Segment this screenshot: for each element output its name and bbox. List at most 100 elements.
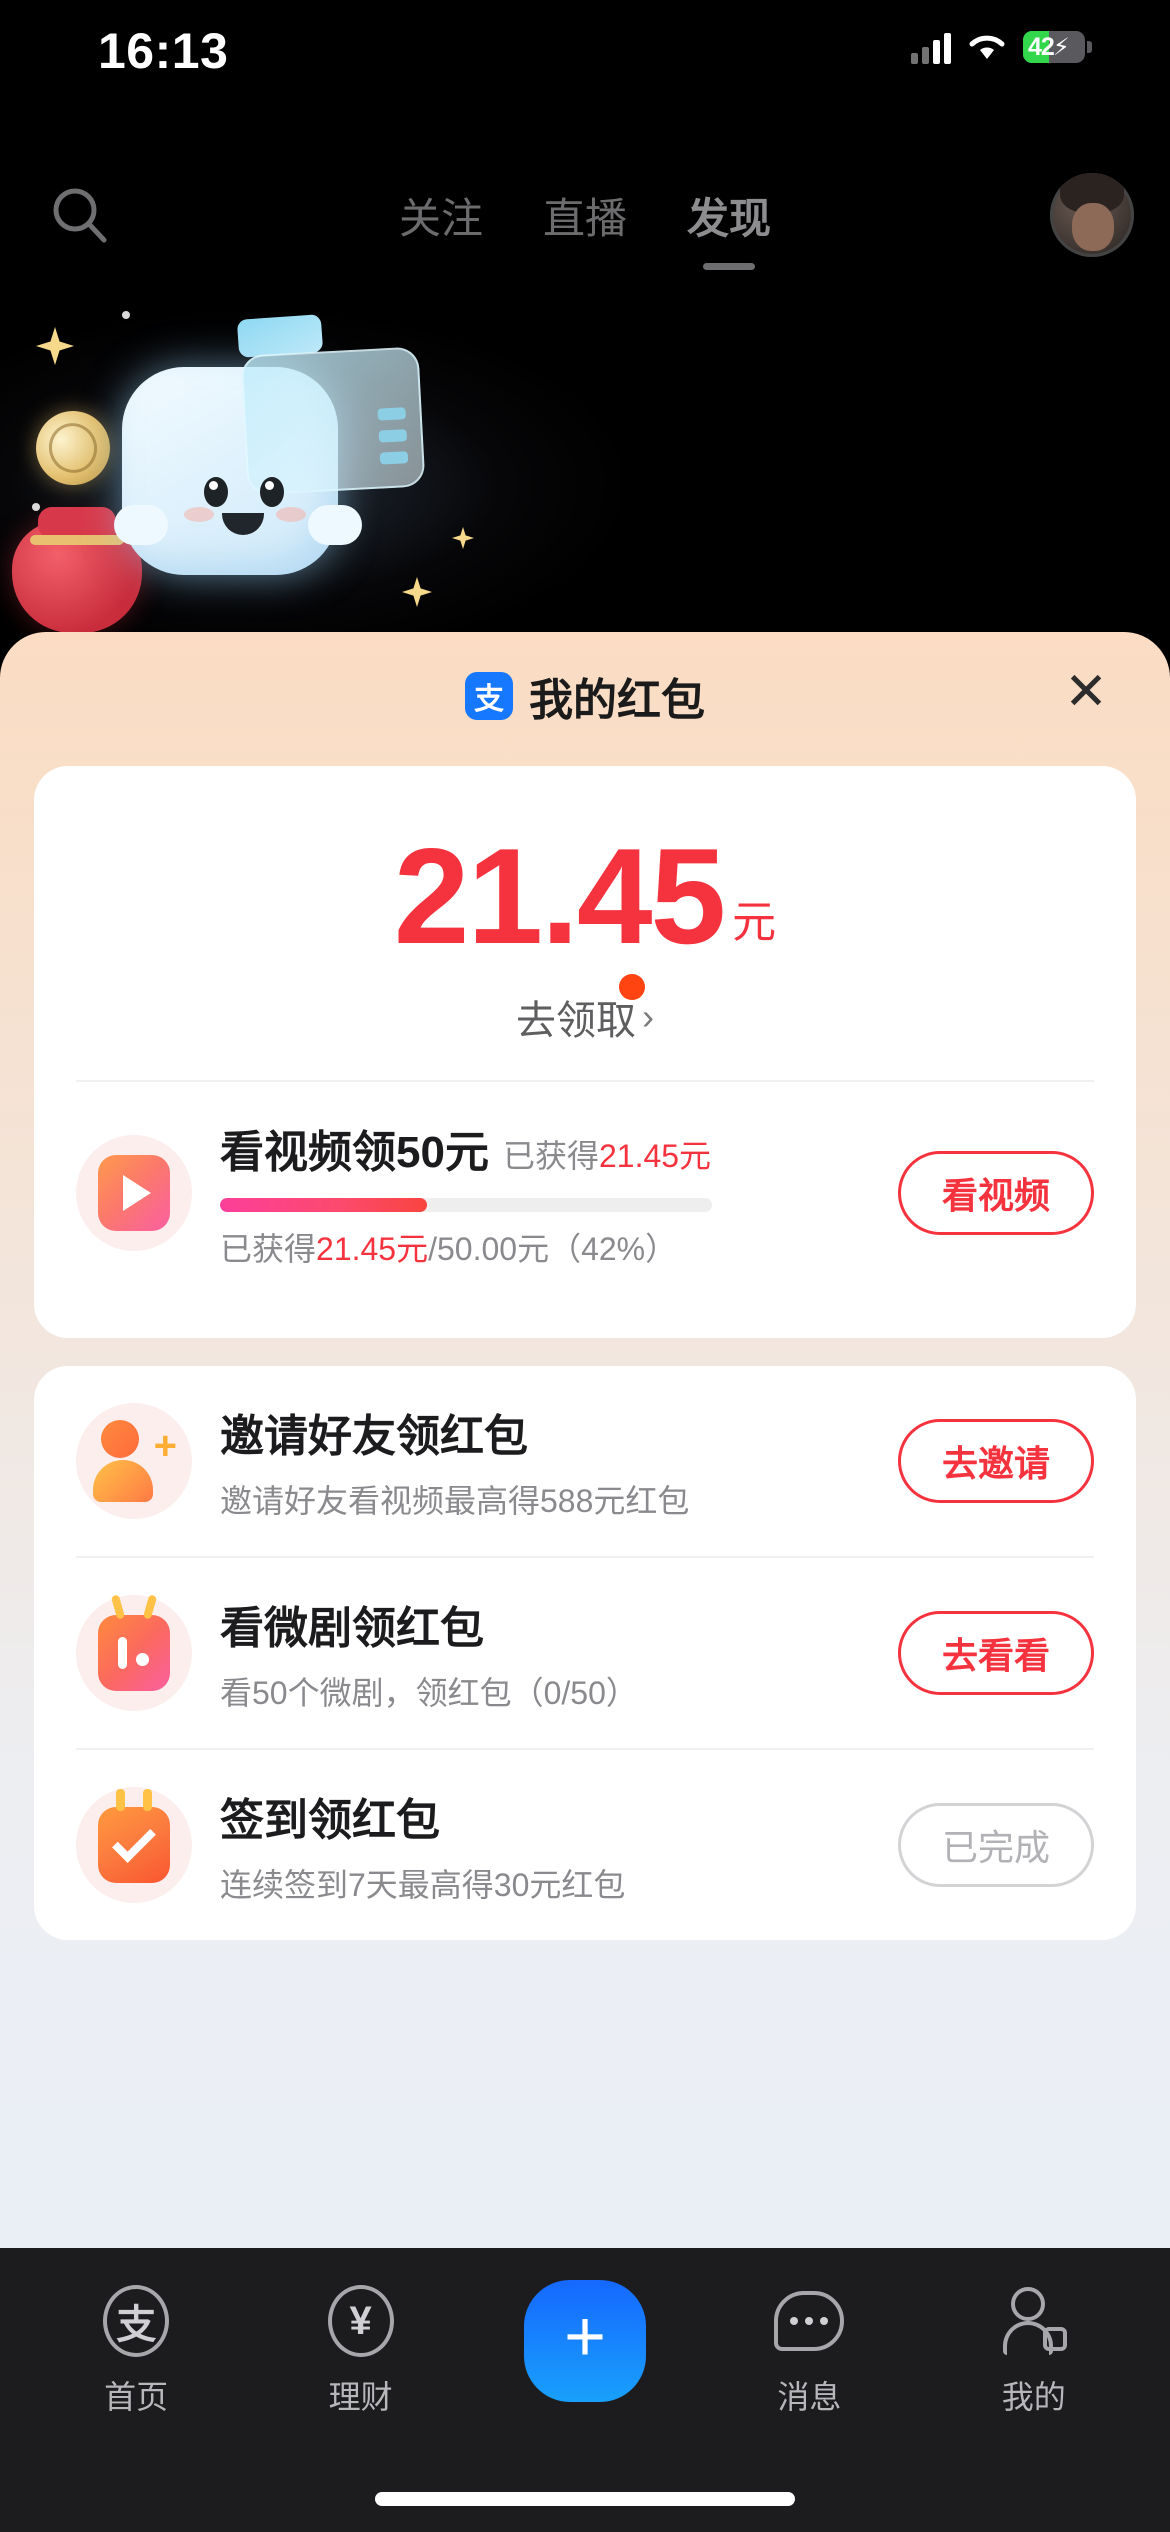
tab-live[interactable]: 直播 bbox=[539, 179, 631, 252]
alipay-logo-icon: 支 bbox=[465, 672, 513, 720]
balance-amount: 21.45 bbox=[393, 820, 726, 972]
task-checkin-title: 签到领红包 bbox=[220, 1796, 440, 1845]
battery-cap bbox=[1087, 41, 1092, 53]
invite-button[interactable]: 去邀请 bbox=[898, 1419, 1094, 1503]
red-dot-badge bbox=[619, 974, 645, 1000]
add-plus-button[interactable]: + bbox=[523, 2280, 646, 2402]
tab-add[interactable]: + bbox=[490, 2280, 680, 2402]
checkin-calendar-icon bbox=[76, 1787, 192, 1903]
task-video-sub-value: 21.45元 bbox=[316, 1231, 429, 1267]
task-checkin-body: 签到领红包 连续签到7天最高得30元红包 bbox=[192, 1784, 898, 1906]
alipay-home-icon: 支 bbox=[99, 2284, 173, 2358]
battery-icon: 42 ⚡ bbox=[1023, 31, 1085, 63]
watch-video-button[interactable]: 看视频 bbox=[898, 1151, 1094, 1235]
claim-link[interactable]: 去领取 › bbox=[34, 974, 1136, 1046]
invite-friend-glyph: + bbox=[93, 1420, 177, 1502]
chevron-right-icon: › bbox=[642, 996, 654, 1037]
tab-finance-label: 理财 bbox=[328, 2379, 393, 2415]
mascot-arm-left bbox=[114, 505, 168, 545]
task-video-note: 已获得21.45元 bbox=[502, 1138, 712, 1174]
watch-drama-button[interactable]: 去看看 bbox=[898, 1611, 1094, 1695]
mini-drama-icon bbox=[76, 1594, 192, 1711]
task-drama-title: 看微剧领红包 bbox=[220, 1604, 484, 1653]
tab-finance[interactable]: ¥ 理财 bbox=[266, 2284, 456, 2418]
tab-profile[interactable]: 我的 bbox=[939, 2284, 1129, 2418]
top-navigation: 关注 直播 发现 bbox=[0, 165, 1170, 265]
checkin-completed-button: 已完成 bbox=[898, 1803, 1094, 1887]
tab-home[interactable]: 支 首页 bbox=[41, 2284, 231, 2418]
messages-bubble-glyph bbox=[774, 2291, 845, 2351]
mascot-eye-left bbox=[204, 477, 228, 507]
profile-person-icon bbox=[997, 2284, 1071, 2358]
checkin-calendar-glyph bbox=[98, 1789, 170, 1883]
wifi-icon bbox=[967, 31, 1007, 63]
claim-link-label: 去领取 bbox=[516, 999, 636, 1043]
bottom-tab-bar: 支 首页 ¥ 理财 + 消息 我的 bbox=[0, 2248, 1170, 2532]
status-bar-time: 16:13 bbox=[98, 23, 229, 79]
task-row-checkin[interactable]: 签到领红包 连续签到7天最高得30元红包 已完成 bbox=[34, 1750, 1136, 1940]
cellular-signal-icon bbox=[911, 30, 951, 64]
task-invite-body: 邀请好友领红包 邀请好友看视频最高得588元红包 bbox=[192, 1400, 898, 1522]
balance-card: 21.45 元 去领取 › 看视频领50元 已获得21.45元 已获得21.45… bbox=[34, 766, 1136, 1338]
promo-hero: 看视频领红包 20天后活动过期 支 21.45 元 bbox=[0, 265, 1170, 685]
sparkle-dot bbox=[122, 311, 130, 319]
bottom-tab-list: 支 首页 ¥ 理财 + 消息 我的 bbox=[0, 2248, 1170, 2418]
status-bar-indicators: 42 ⚡ bbox=[911, 30, 1092, 64]
sheet-title-group: 支 我的红包 bbox=[0, 664, 1170, 728]
task-video-progress-bar bbox=[220, 1198, 712, 1212]
tab-discover[interactable]: 发现 bbox=[683, 179, 775, 252]
task-invite-subtitle: 邀请好友看视频最高得588元红包 bbox=[220, 1483, 690, 1519]
mascot-cheek-right bbox=[276, 507, 306, 522]
task-drama-body: 看微剧领红包 看50个微剧，领红包（0/50） bbox=[192, 1592, 898, 1714]
nav-tab-list: 关注 直播 发现 bbox=[0, 165, 1170, 265]
status-bar: 16:13 42 ⚡ bbox=[0, 0, 1170, 110]
task-video-progress-fill bbox=[220, 1198, 427, 1212]
close-icon[interactable]: ✕ bbox=[1054, 660, 1118, 724]
sheet-header: 支 我的红包 ✕ bbox=[0, 632, 1170, 752]
money-bag-tie bbox=[30, 535, 124, 545]
bolt-icon: ⚡ bbox=[1052, 33, 1070, 61]
mascot-arm-right bbox=[308, 505, 362, 545]
balance-unit: 元 bbox=[732, 898, 777, 947]
home-indicator bbox=[375, 2492, 795, 2506]
task-video-note-value: 21.45元 bbox=[598, 1138, 712, 1174]
tasks-card: + 邀请好友领红包 邀请好友看视频最高得588元红包 去邀请 看微剧领红包 看5… bbox=[34, 1366, 1136, 1940]
mascot-eye-right bbox=[260, 477, 284, 507]
task-video-body: 看视频领50元 已获得21.45元 已获得21.45元/50.00元（42%） bbox=[192, 1116, 898, 1270]
task-checkin-subtitle: 连续签到7天最高得30元红包 bbox=[220, 1867, 626, 1903]
invite-friend-icon: + bbox=[76, 1403, 192, 1519]
play-video-icon bbox=[76, 1135, 192, 1251]
task-video-subtitle: 已获得21.45元/50.00元（42%） bbox=[220, 1231, 678, 1267]
mini-drama-glyph bbox=[98, 1594, 170, 1691]
tab-messages-label: 消息 bbox=[777, 2379, 842, 2415]
phone-screen: 16:13 42 ⚡ 关注 直播 发现 支 我的红包 ✕ 21.45 元 去领取… bbox=[0, 0, 1170, 2532]
avatar[interactable] bbox=[1050, 173, 1134, 257]
task-row-invite[interactable]: + 邀请好友领红包 邀请好友看视频最高得588元红包 去邀请 bbox=[34, 1366, 1136, 1556]
messages-bubble-icon bbox=[772, 2284, 846, 2358]
tab-profile-label: 我的 bbox=[1001, 2379, 1066, 2415]
balance-amount-row: 21.45 元 bbox=[34, 828, 1136, 964]
task-invite-title: 邀请好友领红包 bbox=[220, 1412, 528, 1461]
sparkle-dot bbox=[32, 503, 40, 511]
battery-level: 42 bbox=[1028, 32, 1055, 61]
mascot-card bbox=[240, 346, 426, 496]
page-title: 我的红包 bbox=[529, 676, 705, 725]
mascot-character bbox=[114, 314, 426, 585]
task-video-header: 看视频领50元 已获得21.45元 bbox=[220, 1116, 882, 1180]
alipay-home-glyph: 支 bbox=[103, 2285, 170, 2357]
finance-yuan-glyph: ¥ bbox=[327, 2285, 394, 2357]
finance-yuan-icon: ¥ bbox=[324, 2284, 398, 2358]
profile-person-glyph bbox=[999, 2285, 1069, 2357]
tab-home-label: 首页 bbox=[104, 2379, 169, 2415]
tab-follow[interactable]: 关注 bbox=[395, 179, 487, 252]
mascot-cheek-left bbox=[184, 507, 214, 522]
task-drama-subtitle: 看50个微剧，领红包（0/50） bbox=[220, 1675, 638, 1711]
play-video-glyph bbox=[98, 1155, 170, 1231]
task-row-video[interactable]: 看视频领50元 已获得21.45元 已获得21.45元/50.00元（42%） … bbox=[34, 1082, 1136, 1304]
tab-messages[interactable]: 消息 bbox=[714, 2284, 904, 2418]
plus-icon: + bbox=[563, 2297, 606, 2377]
red-packet-bottom-sheet: 支 我的红包 ✕ 21.45 元 去领取 › 看视频领50元 已获得21.45元… bbox=[0, 632, 1170, 2252]
task-row-drama[interactable]: 看微剧领红包 看50个微剧，领红包（0/50） 去看看 bbox=[34, 1558, 1136, 1748]
task-video-title: 看视频领50元 bbox=[220, 1128, 489, 1177]
avatar-face bbox=[1072, 203, 1114, 251]
